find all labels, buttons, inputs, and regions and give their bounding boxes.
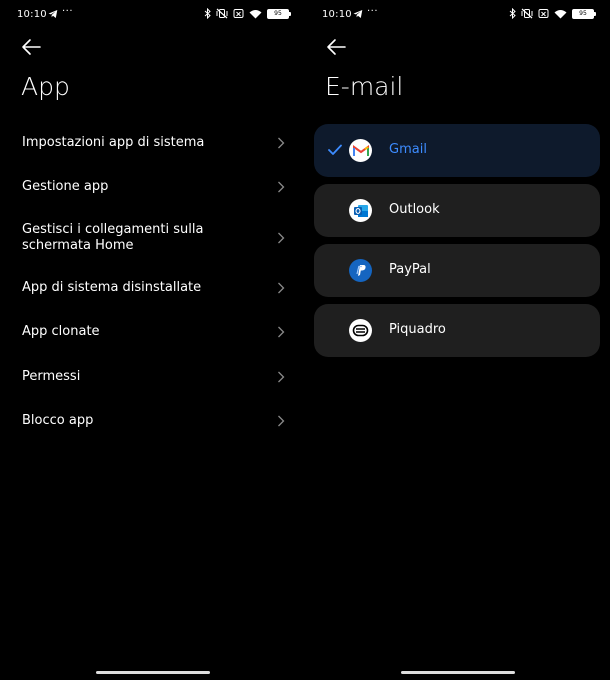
- chevron-right-icon: [278, 371, 285, 383]
- status-time: 10:10: [17, 9, 47, 20]
- menu-item-label: Gestisci i collegamenti sulla schermata …: [22, 222, 204, 253]
- menu-item-label: Gestione app: [22, 179, 109, 194]
- menu-item-label: Blocco app: [22, 413, 94, 428]
- chevron-right-icon: [278, 181, 285, 193]
- telegram-icon: [353, 10, 363, 18]
- status-bar: 10:10 ··· 95: [305, 0, 610, 30]
- menu-item-home-shortcuts[interactable]: Gestisci i collegamenti sulla schermata …: [22, 222, 287, 254]
- email-app-picker-screen: 10:10 ··· 95 E-mail Gmail Outlook PayPal…: [305, 0, 610, 680]
- menu-item-label: App clonate: [22, 324, 100, 339]
- telegram-icon: [48, 10, 58, 18]
- app-name: Piquadro: [389, 322, 446, 337]
- checkmark-icon: [328, 144, 342, 155]
- menu-item-label: Permessi: [22, 369, 81, 384]
- bluetooth-icon: [509, 8, 516, 19]
- chevron-right-icon: [278, 137, 285, 149]
- app-name: Gmail: [389, 142, 427, 157]
- app-name: Outlook: [389, 202, 440, 217]
- menu-item-label: Impostazioni app di sistema: [22, 135, 205, 150]
- chevron-right-icon: [278, 232, 285, 244]
- home-indicator[interactable]: [95, 671, 210, 674]
- battery-icon: 95: [267, 8, 291, 19]
- menu-item-uninstalled-system-apps[interactable]: App di sistema disinstallate: [22, 280, 287, 296]
- status-time: 10:10: [322, 9, 352, 20]
- menu-item-system-app-settings[interactable]: Impostazioni app di sistema: [22, 135, 287, 151]
- status-bar: 10:10 ··· 95: [0, 0, 305, 30]
- status-icons: 95: [204, 8, 291, 19]
- wifi-icon: [249, 9, 262, 18]
- back-arrow-icon[interactable]: [325, 38, 347, 56]
- chevron-right-icon: [278, 415, 285, 427]
- status-icons: 95: [509, 8, 596, 19]
- app-option-piquadro[interactable]: Piquadro: [314, 304, 600, 357]
- sim-off-icon: [233, 9, 244, 18]
- back-arrow-icon[interactable]: [20, 38, 42, 56]
- gmail-icon: [349, 139, 372, 162]
- sim-off-icon: [538, 9, 549, 18]
- menu-item-label: App di sistema disinstallate: [22, 280, 202, 295]
- vibrate-off-icon: [216, 8, 228, 19]
- menu-item-app-lock[interactable]: Blocco app: [22, 413, 287, 429]
- app-option-gmail[interactable]: Gmail: [314, 124, 600, 177]
- menu-item-permissions[interactable]: Permessi: [22, 369, 287, 385]
- chevron-right-icon: [278, 326, 285, 338]
- menu-item-manage-apps[interactable]: Gestione app: [22, 179, 287, 195]
- app-name: PayPal: [389, 262, 431, 277]
- bluetooth-icon: [204, 8, 211, 19]
- home-indicator[interactable]: [400, 671, 515, 674]
- piquadro-icon: [349, 319, 372, 342]
- notification-dots: ···: [62, 6, 74, 17]
- battery-icon: 95: [572, 8, 596, 19]
- page-title: E-mail: [325, 72, 404, 101]
- notification-dots: ···: [367, 6, 379, 17]
- app-option-outlook[interactable]: Outlook: [314, 184, 600, 237]
- vibrate-off-icon: [521, 8, 533, 19]
- page-title: App: [21, 72, 70, 101]
- chevron-right-icon: [278, 282, 285, 294]
- app-option-paypal[interactable]: PayPal: [314, 244, 600, 297]
- paypal-icon: [349, 259, 372, 282]
- menu-item-cloned-apps[interactable]: App clonate: [22, 324, 287, 340]
- app-settings-screen: 10:10 ··· 95 App Impostazioni app di sis…: [0, 0, 305, 680]
- wifi-icon: [554, 9, 567, 18]
- outlook-icon: [349, 199, 372, 222]
